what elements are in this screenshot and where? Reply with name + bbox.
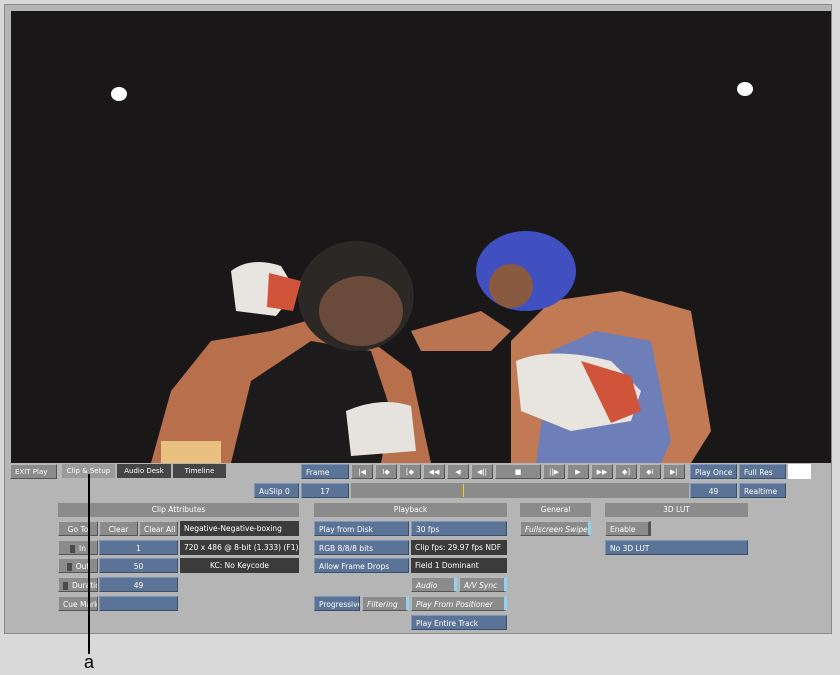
play-entire-track-button[interactable]: Play Entire Track [411, 615, 507, 630]
general-header: General [520, 503, 591, 517]
go-to-button[interactable]: Go To [58, 521, 98, 536]
clear-all-button[interactable]: Clear All [139, 521, 178, 536]
scrub-position-marker[interactable] [463, 484, 464, 497]
in-value-field[interactable]: 1 [99, 540, 178, 555]
keycode-label: KC: No Keycode [180, 558, 299, 573]
callout-line [88, 474, 90, 654]
play-icon[interactable]: ▶ [567, 464, 589, 479]
play-from-positioner-toggle[interactable]: Play From Positioner [411, 596, 507, 611]
clip-format: 720 x 486 @ 8-bit (1.333) (F1) [180, 540, 299, 555]
clip-fps-label: Clip fps: 29.97 fps NDF [411, 540, 507, 555]
audio-toggle[interactable]: Audio [411, 577, 457, 592]
mark-in-icon[interactable]: I◆ [375, 464, 397, 479]
background-light-left [111, 87, 127, 101]
fullscreen-swipe-toggle[interactable]: Fullscreen Swipe [520, 521, 591, 536]
clip-name: Negative-Negative-boxing [180, 521, 299, 536]
realtime-button[interactable]: Realtime [739, 483, 786, 498]
exit-play-label: EXIT Play [15, 468, 48, 476]
callout-label: a [84, 652, 95, 672]
play-from-disk-button[interactable]: Play from Disk [314, 521, 409, 536]
rgb-bits-button[interactable]: RGB 8/8/8 bits [314, 540, 409, 555]
full-res-button[interactable]: Full Res [739, 464, 786, 479]
in-button[interactable]: In [58, 540, 98, 555]
stop-icon[interactable]: ■ [495, 464, 541, 479]
boxing-frame-image [11, 11, 831, 463]
fps-selector[interactable]: 30 fps [411, 521, 507, 536]
go-to-in-icon[interactable]: [◆ [399, 464, 421, 479]
exit-play-button[interactable]: EXIT Play [10, 464, 57, 479]
lut-selector[interactable]: No 3D LUT [605, 540, 748, 555]
out-button[interactable]: Out [58, 558, 98, 573]
step-forward-icon[interactable]: ||▶ [543, 464, 565, 479]
lut-enable-toggle[interactable]: Enable [605, 521, 651, 536]
clear-button[interactable]: Clear [99, 521, 138, 536]
current-frame-field[interactable]: 17 [301, 483, 349, 498]
mark-out-icon[interactable]: ◆I [639, 464, 661, 479]
progressive-button[interactable]: Progressive [314, 596, 360, 611]
av-sync-toggle[interactable]: A/V Sync [459, 577, 507, 592]
go-to-end-icon[interactable]: ▶| [663, 464, 685, 479]
tab-timeline[interactable]: Timeline [173, 464, 226, 478]
jog-back-icon[interactable]: ◀◀ [423, 464, 445, 479]
go-to-start-icon[interactable]: |◀ [351, 464, 373, 479]
go-to-out-icon[interactable]: ◆] [615, 464, 637, 479]
video-viewer[interactable] [11, 11, 831, 463]
out-value-field[interactable]: 50 [99, 558, 178, 573]
duration-button[interactable]: Duration [58, 577, 98, 592]
playback-header: Playback [314, 503, 507, 517]
jog-forward-icon[interactable]: ▶▶ [591, 464, 613, 479]
frame-button[interactable]: Frame [301, 464, 349, 479]
play-once-button[interactable]: Play Once [690, 464, 737, 479]
in-label: In [79, 544, 86, 553]
allow-frame-drops-button[interactable]: Allow Frame Drops [314, 558, 409, 573]
step-back-icon[interactable]: ◀|| [471, 464, 493, 479]
scrub-bar[interactable] [351, 483, 689, 498]
in-indicator [70, 545, 76, 553]
play-reverse-icon[interactable]: ◀ [447, 464, 469, 479]
clip-attributes-header: Clip Attributes [58, 503, 299, 517]
field-dominance-label: Field 1 Dominant [411, 558, 507, 573]
duration-indicator [63, 582, 68, 590]
cue-mark-field[interactable] [99, 596, 178, 611]
end-frame-field[interactable]: 49 [690, 483, 737, 498]
duration-value-field[interactable]: 49 [99, 577, 178, 592]
out-indicator [66, 563, 72, 571]
color-swatch[interactable] [788, 464, 811, 479]
lut-header: 3D LUT [605, 503, 748, 517]
filtering-toggle[interactable]: Filtering [362, 596, 409, 611]
tab-audio-desk[interactable]: Audio Desk [117, 464, 171, 478]
cue-mark-button[interactable]: Cue Mark [58, 596, 98, 611]
duration-label: Duration [72, 581, 97, 590]
auslip-button[interactable]: AuSlip 0 [254, 483, 299, 498]
background-light-right [737, 82, 753, 96]
